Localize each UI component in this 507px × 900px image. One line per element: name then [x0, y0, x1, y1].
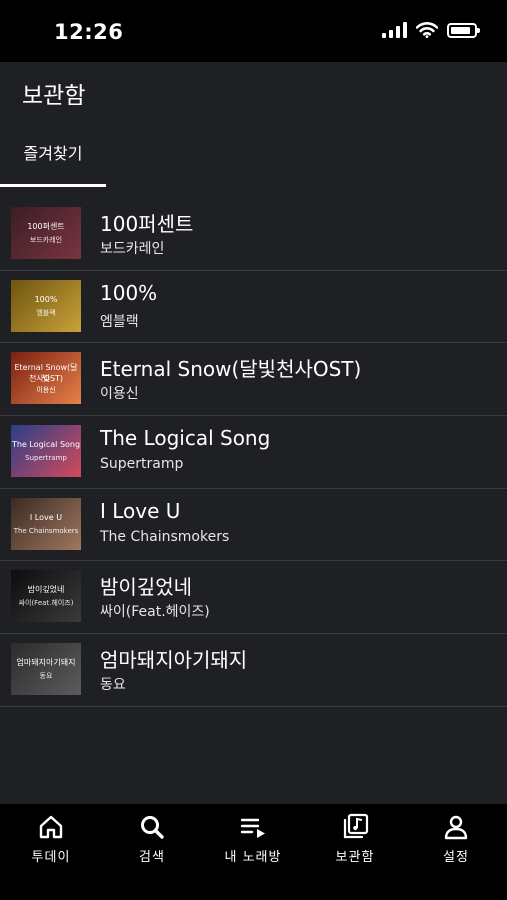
nav-search-label: 검색: [139, 850, 165, 865]
album-cover: 밤이깊었네 싸이(Feat.헤이즈): [11, 570, 81, 623]
nav-today[interactable]: 투데이: [6, 812, 96, 872]
page-title: 보관함: [22, 83, 86, 109]
song-list: 100퍼센트 보드카레인 100퍼센트 보드카레인 100% 엠블랙 100% …: [0, 198, 507, 707]
nav-search[interactable]: 검색: [107, 812, 197, 872]
song-artist: 동요: [100, 677, 126, 694]
song-row[interactable]: 100퍼센트 보드카레인 100퍼센트 보드카레인: [0, 198, 507, 271]
cover-title: 밤이깊었네: [27, 585, 65, 595]
album-cover: 엄마돼지아기돼지 동요: [11, 643, 81, 696]
song-artist: 이용신: [100, 386, 139, 403]
cover-artist: 보드카레인: [29, 236, 63, 244]
album-cover: 100퍼센트 보드카레인: [11, 207, 81, 259]
nav-my-karaoke-label: 내 노래방: [224, 850, 282, 865]
song-row[interactable]: 엄마돼지아기돼지 동요 엄마돼지아기돼지 동요: [0, 634, 507, 707]
cover-title: 엄마돼지아기돼지: [16, 658, 76, 668]
battery-level: [451, 26, 470, 34]
status-bar: 12:26: [0, 0, 507, 62]
wifi-icon: [416, 22, 438, 38]
cover-title: 100퍼센트: [27, 222, 65, 231]
song-row[interactable]: 밤이깊었네 싸이(Feat.헤이즈) 밤이깊었네 싸이(Feat.헤이즈): [0, 561, 507, 635]
album-cover: Eternal Snow(달빛 천사OST) 이용신: [11, 352, 81, 405]
song-title: 밤이깊었네: [100, 575, 192, 600]
song-artist: 보드카레인: [100, 241, 165, 257]
library-screen: 보관함 즐겨찾기 100퍼센트 보드카레인 100퍼센트 보드카레인 100% …: [0, 62, 507, 804]
nav-today-label: 투데이: [31, 850, 71, 865]
song-artist: 엠블랙: [100, 313, 139, 330]
status-time: 12:26: [54, 20, 124, 44]
person-icon: [444, 815, 468, 840]
cover-artist: The Chainsmokers: [13, 526, 79, 535]
cover-title-line2: 천사OST): [28, 374, 64, 384]
album-cover: 100% 엠블랙: [11, 279, 81, 332]
cover-title: 100%: [34, 294, 58, 304]
song-artist: Supertramp: [100, 456, 184, 473]
tab-active-indicator: [0, 184, 106, 187]
playlist-icon: [240, 818, 265, 838]
song-title: 100퍼센트: [100, 212, 194, 236]
song-row[interactable]: The Logical Song Supertramp The Logical …: [0, 416, 507, 489]
status-icons: [382, 22, 480, 38]
cover-artist: 싸이(Feat.헤이즈): [18, 599, 74, 608]
cover-artist: 이용신: [36, 386, 56, 395]
battery-icon: [447, 22, 480, 38]
cover-title: I Love U: [29, 512, 63, 522]
tab-favorites-label: 즐겨찾기: [23, 144, 83, 163]
song-row[interactable]: 100% 엠블랙 100% 엠블랙: [0, 271, 507, 344]
song-title: 100%: [100, 280, 158, 305]
library-icon: [343, 813, 369, 839]
nav-library[interactable]: 보관함: [310, 812, 400, 872]
song-title: The Logical Song: [100, 426, 271, 451]
song-row[interactable]: Eternal Snow(달빛 천사OST) 이용신 Eternal Snow(…: [0, 343, 507, 417]
signal-icon: [382, 22, 407, 38]
nav-settings[interactable]: 설정: [411, 812, 501, 872]
search-icon: [141, 816, 164, 839]
album-cover: The Logical Song Supertramp: [11, 425, 81, 478]
song-artist: 싸이(Feat.헤이즈): [100, 604, 210, 621]
nav-settings-label: 설정: [443, 850, 469, 865]
song-artist: The Chainsmokers: [100, 528, 230, 545]
cover-title: The Logical Song: [11, 440, 81, 450]
cover-artist: 엠블랙: [36, 308, 56, 317]
tab-favorites[interactable]: 즐겨찾기: [0, 140, 106, 187]
nav-my-karaoke[interactable]: 내 노래방: [208, 812, 298, 872]
album-cover: I Love U The Chainsmokers: [11, 497, 81, 550]
song-title: 엄마돼지아기돼지: [100, 648, 248, 673]
home-icon: [39, 815, 63, 839]
cover-artist: 동요: [39, 672, 53, 681]
song-title: Eternal Snow(달빛천사OST): [100, 357, 362, 382]
song-row[interactable]: I Love U The Chainsmokers I Love U The C…: [0, 489, 507, 562]
cover-artist: Supertramp: [25, 454, 67, 463]
bottom-nav: 투데이 검색 내 노래방 보관함 설정: [0, 804, 507, 900]
song-title: I Love U: [100, 498, 181, 523]
nav-library-label: 보관함: [335, 850, 375, 865]
